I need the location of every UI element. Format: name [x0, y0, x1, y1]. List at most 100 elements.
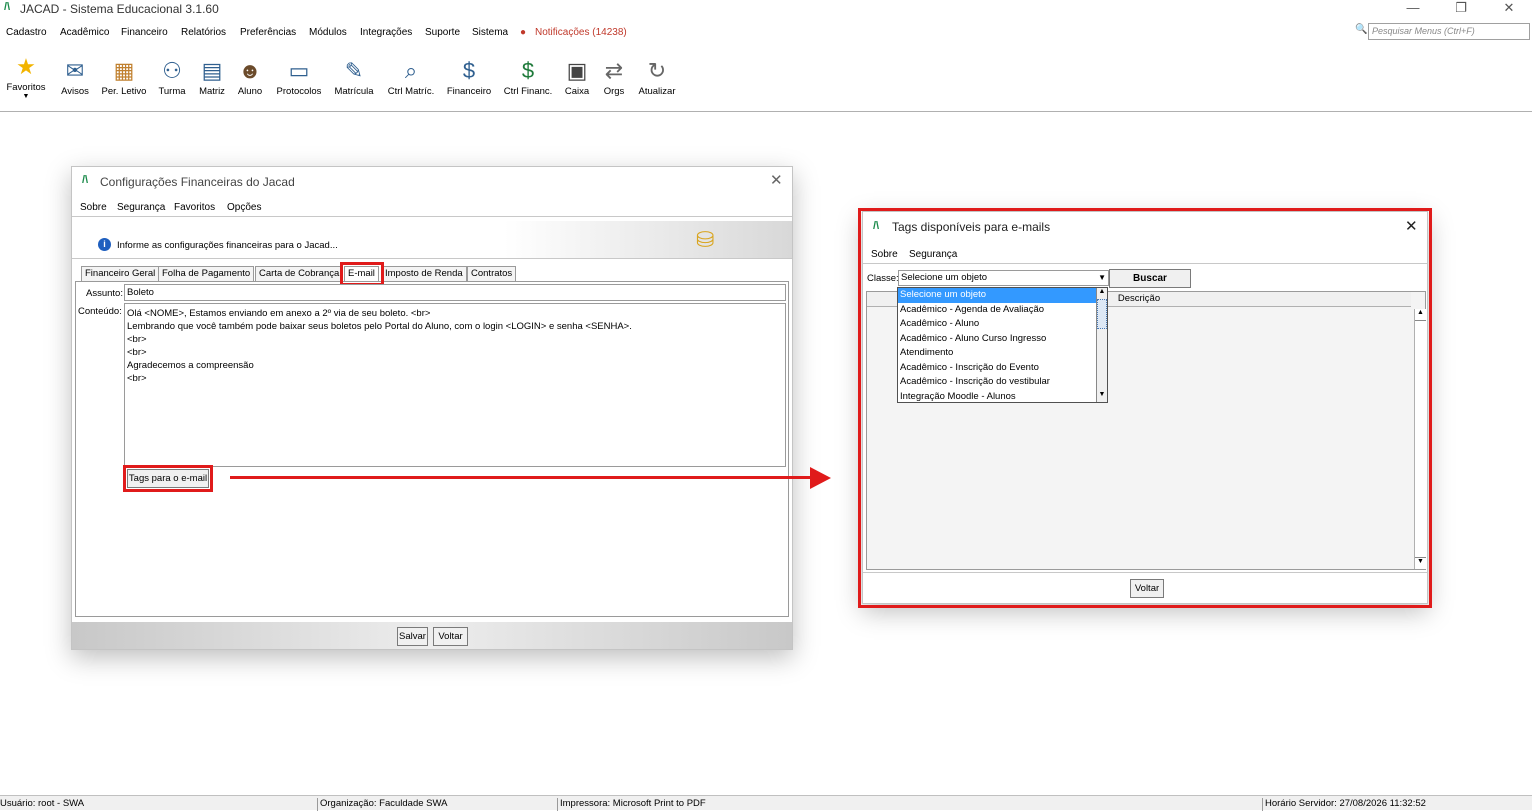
toolbar-label: Protocolos [276, 86, 322, 97]
protocol-icon: ▭ [288, 58, 310, 83]
student-icon: ☻ [238, 58, 262, 83]
config-menu-bar: Sobre Segurança Favoritos Opções [72, 195, 792, 217]
menu-suporte[interactable]: Suporte [425, 27, 460, 38]
info-icon: i [98, 238, 111, 251]
toolbar-label: Per. Letivo [101, 86, 147, 97]
toolbar-label: Orgs [603, 86, 625, 97]
toolbar-ctrl-matric[interactable]: ⌕ Ctrl Matríc. [386, 56, 436, 97]
toolbar-label: Turma [158, 86, 186, 97]
tab-folha-pagamento[interactable]: Folha de Pagamento [158, 266, 255, 281]
tab-imposto-renda[interactable]: Imposto de Renda [381, 266, 467, 281]
finance-control-icon: $ [521, 58, 535, 83]
toolbar-label: Atualizar [638, 86, 676, 97]
toolbar-atualizar[interactable]: ↻ Atualizar [636, 56, 678, 97]
toolbar-matriz[interactable]: ▤ Matriz [196, 56, 228, 97]
arrow-right-icon [810, 467, 831, 489]
config-menu-seguranca[interactable]: Segurança [117, 202, 165, 213]
toolbar-aluno[interactable]: ☻ Aluno [235, 56, 265, 97]
highlight-tags-button [123, 465, 213, 492]
mail-icon: ✉ [65, 58, 85, 83]
content-line: Olá <NOME>, Estamos enviando em anexo a … [127, 308, 431, 319]
back-button[interactable]: Voltar [433, 627, 468, 646]
content-label: Conteúdo: [78, 306, 122, 317]
menu-notifications[interactable]: Notificações (14238) [535, 27, 627, 38]
menu-academico[interactable]: Acadêmico [60, 27, 109, 38]
toolbar-ctrl-financ[interactable]: $ Ctrl Financ. [502, 56, 554, 97]
menu-cadastro[interactable]: Cadastro [6, 27, 47, 38]
content-textarea[interactable]: Olá <NOME>, Estamos enviando em anexo a … [124, 303, 786, 467]
content-line: Lembrando que você também pode baixar se… [127, 321, 632, 332]
toolbar-matricula[interactable]: ✎ Matrícula [332, 56, 376, 97]
toolbar: ★ Favoritos ▼ ✉ Avisos ▦ Per. Letivo ⚇ T… [0, 46, 1532, 112]
toolbar-per-letivo[interactable]: ▦ Per. Letivo [100, 56, 148, 97]
status-printer: Impressora: Microsoft Print to PDF [557, 798, 706, 811]
subject-field[interactable]: Boleto [124, 284, 786, 301]
close-button[interactable]: ✕ [1486, 0, 1532, 16]
toolbar-label: Matrícula [334, 86, 374, 97]
toolbar-label: Financeiro [446, 86, 492, 97]
tab-carta-cobranca[interactable]: Carta de Cobrança [255, 266, 344, 281]
toolbar-favoritos[interactable]: ★ Favoritos ▼ [4, 52, 48, 100]
status-bar: Usuário: root - SWA Organização: Faculda… [0, 795, 1532, 811]
toolbar-label: Aluno [237, 86, 263, 97]
group-icon: ⚇ [162, 58, 182, 83]
swap-icon: ⇄ [604, 58, 624, 83]
toolbar-financeiro[interactable]: $ Financeiro [445, 56, 493, 97]
toolbar-label: Favoritos [6, 82, 46, 93]
toolbar-avisos[interactable]: ✉ Avisos [58, 56, 92, 97]
tab-contratos[interactable]: Contratos [467, 266, 517, 281]
status-server-time: Horário Servidor: 27/08/2026 11:32:52 [1262, 798, 1426, 811]
toolbar-label: Caixa [564, 86, 590, 97]
search-icon: 🔍 [1355, 24, 1368, 35]
finance-icon: $ [462, 58, 476, 83]
content-line: <br> [127, 373, 147, 384]
toolbar-label: Matriz [199, 86, 225, 97]
title-bar: /\ JACAD - Sistema Educacional 3.1.60 — … [0, 0, 1532, 18]
chevron-down-icon: ▼ [22, 93, 30, 100]
tab-financeiro-geral[interactable]: Financeiro Geral [81, 266, 160, 281]
minimize-button[interactable]: — [1390, 0, 1436, 15]
toolbar-label: Ctrl Financ. [503, 86, 553, 97]
coins-icon: ⛁ [696, 227, 715, 252]
restore-button[interactable]: ❐ [1438, 0, 1484, 16]
status-org: Organização: Faculdade SWA [317, 798, 447, 811]
matrix-icon: ▤ [201, 58, 223, 83]
config-menu-sobre[interactable]: Sobre [80, 202, 107, 213]
toolbar-label: Ctrl Matríc. [387, 86, 435, 97]
menu-sistema[interactable]: Sistema [472, 27, 508, 38]
config-menu-favoritos[interactable]: Favoritos [174, 202, 215, 213]
toolbar-protocolos[interactable]: ▭ Protocolos [274, 56, 324, 97]
config-menu-opcoes[interactable]: Opções [227, 202, 261, 213]
enroll-control-icon: ⌕ [404, 58, 418, 83]
toolbar-turma[interactable]: ⚇ Turma [155, 56, 189, 97]
cash-register-icon: ▣ [566, 58, 588, 83]
content-line: Agradecemos a compreensão [127, 360, 254, 371]
menu-modulos[interactable]: Módulos [309, 27, 347, 38]
close-icon[interactable]: ✕ [770, 171, 783, 189]
toolbar-caixa[interactable]: ▣ Caixa [562, 56, 592, 97]
menu-financeiro[interactable]: Financeiro [121, 27, 168, 38]
toolbar-orgs[interactable]: ⇄ Orgs [600, 56, 628, 97]
calendar-icon: ▦ [113, 58, 135, 83]
highlight-tags-window [858, 208, 1432, 608]
info-text: Informe as configurações financeiras par… [117, 240, 338, 251]
save-button[interactable]: Salvar [397, 627, 428, 646]
app-title: JACAD - Sistema Educacional 3.1.60 [20, 2, 219, 16]
annotation-arrow-line [230, 476, 812, 479]
menu-search-input[interactable]: Pesquisar Menus (Ctrl+F) [1368, 23, 1530, 40]
subject-label: Assunto: [86, 288, 123, 299]
window-logo-icon: /\ [82, 174, 89, 186]
menu-bar: Cadastro Acadêmico Financeiro Relatórios… [0, 22, 1532, 42]
content-line: <br> [127, 334, 147, 345]
notification-icon: ● [520, 27, 527, 38]
status-user: Usuário: root - SWA [0, 798, 85, 809]
menu-integracoes[interactable]: Integrações [360, 27, 412, 38]
config-window-title: Configurações Financeiras do Jacad [100, 175, 295, 189]
toolbar-label: Avisos [61, 86, 89, 97]
refresh-icon: ↻ [647, 58, 667, 83]
enroll-icon: ✎ [344, 58, 364, 83]
info-banner: i Informe as configurações financeiras p… [72, 221, 792, 259]
menu-relatorios[interactable]: Relatórios [181, 27, 226, 38]
menu-preferencias[interactable]: Preferências [240, 27, 296, 38]
content-line: <br> [127, 347, 147, 358]
